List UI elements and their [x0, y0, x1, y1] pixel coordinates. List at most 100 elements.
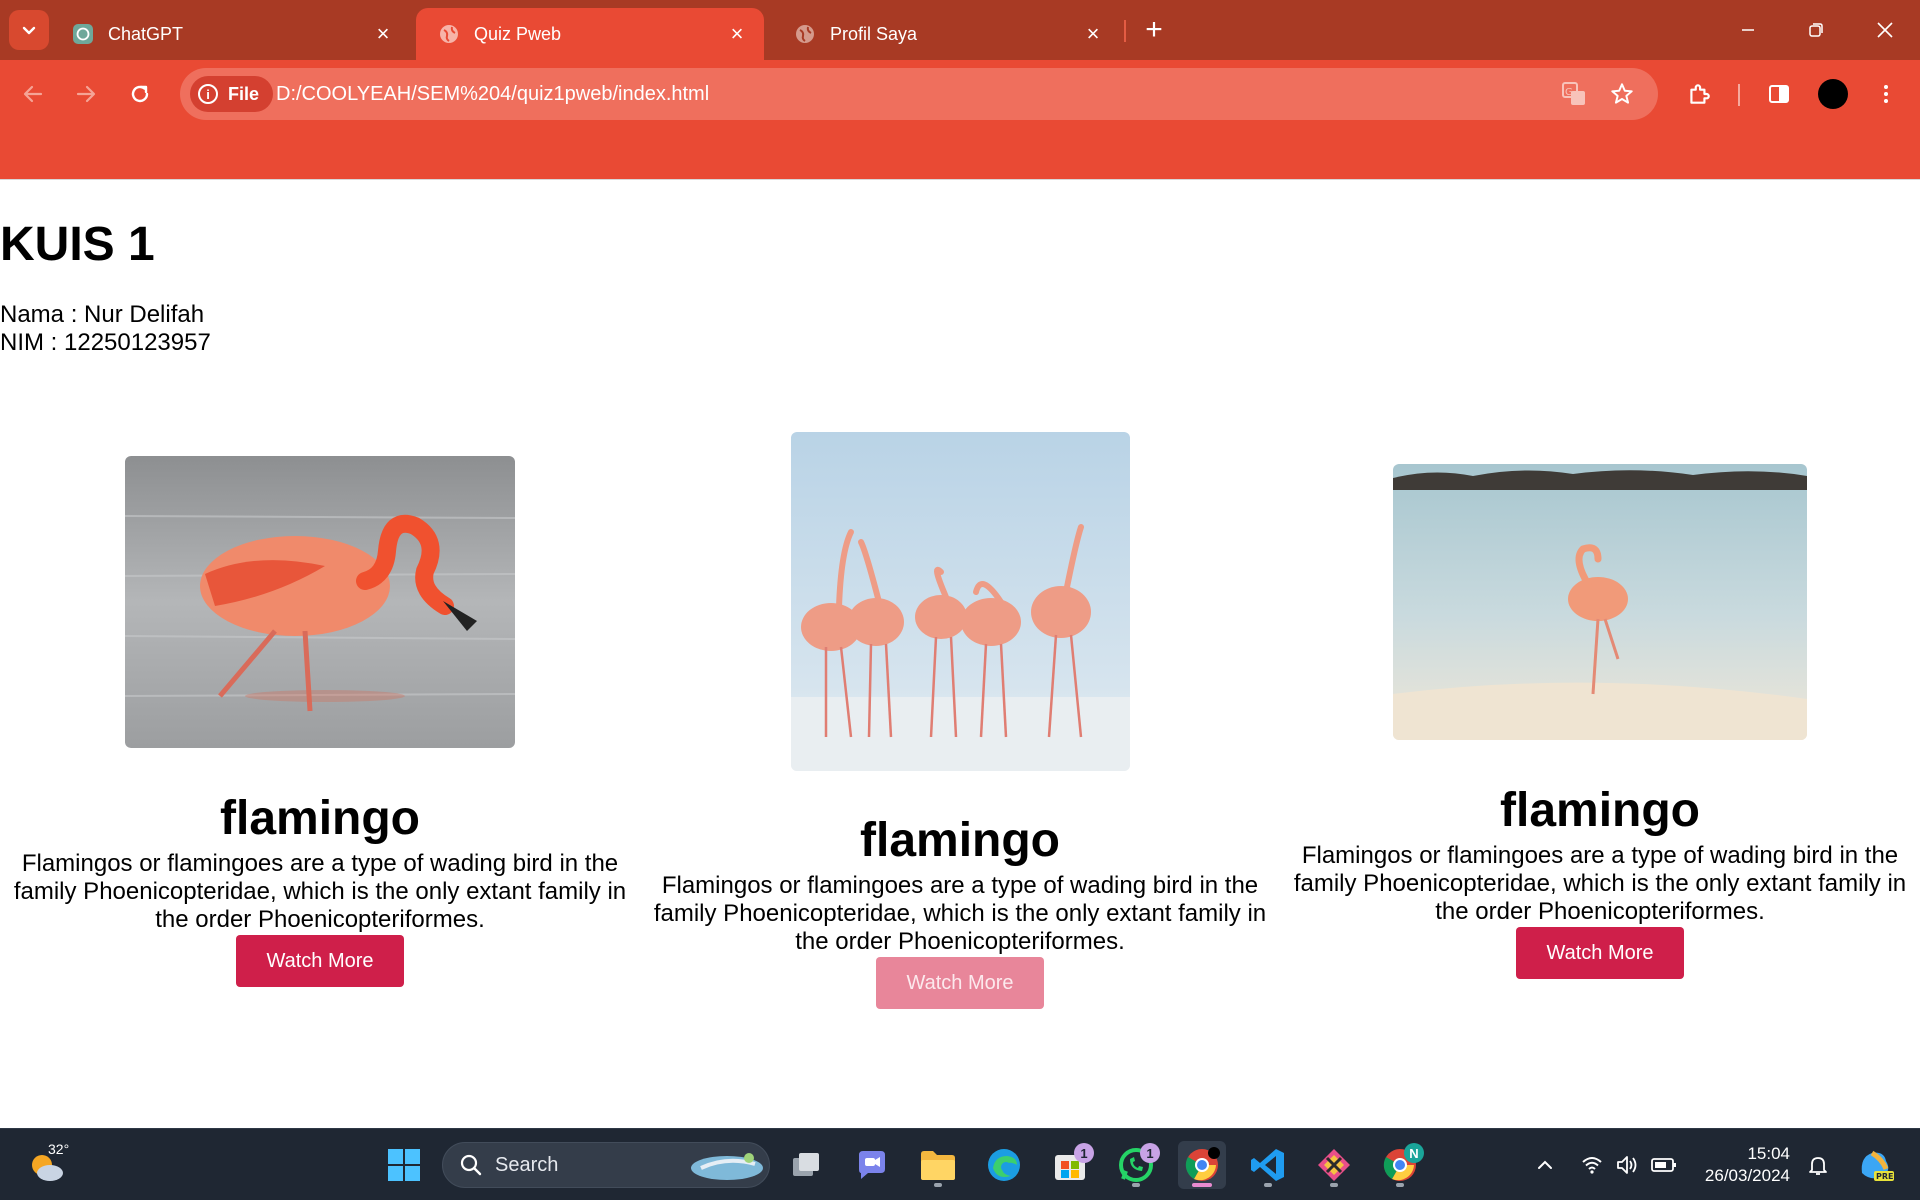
card-title: flamingo — [1500, 784, 1700, 837]
copilot-icon: PRE — [1861, 1150, 1894, 1181]
start-button[interactable] — [380, 1141, 428, 1189]
microsoft-store-app[interactable]: 1 — [1046, 1141, 1094, 1189]
restore-button[interactable] — [1793, 10, 1839, 50]
minimize-button[interactable] — [1725, 10, 1771, 50]
site-info-label: File — [228, 83, 260, 104]
card-description: Flamingos or flamingoes are a type of wa… — [653, 872, 1267, 955]
svg-text:PRE: PRE — [1876, 1172, 1894, 1181]
vscode-icon — [1251, 1149, 1284, 1181]
minimize-icon — [1742, 29, 1754, 31]
wifi-icon — [1582, 1157, 1602, 1174]
wifi-status[interactable] — [1574, 1147, 1610, 1183]
page-title: KUIS 1 — [0, 218, 155, 271]
search-highlight-icon — [691, 1153, 763, 1180]
new-tab-button[interactable]: + — [1138, 13, 1170, 46]
bookmark-star-icon[interactable] — [1606, 78, 1638, 110]
menu-button[interactable] — [1866, 74, 1906, 114]
watch-more-button[interactable]: Watch More — [876, 957, 1044, 1009]
translate-icon[interactable]: G — [1558, 78, 1590, 110]
chrome-profile-app[interactable]: N — [1376, 1141, 1424, 1189]
windows-logo-icon — [388, 1149, 420, 1181]
toolbar-divider — [1738, 84, 1740, 106]
chrome-app[interactable] — [1178, 1141, 1226, 1189]
teams-chat-app[interactable] — [848, 1141, 896, 1189]
vscode-app[interactable] — [1244, 1141, 1292, 1189]
avatar — [1818, 79, 1848, 109]
tab-profil-saya[interactable]: Profil Saya × — [772, 8, 1120, 60]
close-icon[interactable]: × — [372, 23, 394, 45]
flamingo-flock-image — [791, 432, 1130, 771]
snipping-tool-icon — [1318, 1149, 1350, 1181]
profile-button[interactable] — [1813, 74, 1853, 114]
arrow-left-icon — [23, 85, 43, 103]
notification-badge: 1 — [1140, 1143, 1160, 1163]
running-indicator — [934, 1183, 942, 1187]
flamingo-wading-image — [125, 456, 515, 748]
back-button[interactable] — [13, 74, 53, 114]
reload-button[interactable] — [120, 74, 160, 114]
running-indicator — [1132, 1183, 1140, 1187]
flamingo-beach-image — [1393, 464, 1807, 740]
close-icon[interactable]: × — [1082, 23, 1104, 45]
task-view-button[interactable] — [782, 1141, 830, 1189]
url-text[interactable]: D:/COOLYEAH/SEM%204/quiz1pweb/index.html — [276, 68, 709, 120]
task-view-icon — [793, 1153, 819, 1176]
chevron-up-icon — [1538, 1160, 1552, 1169]
running-indicator — [1396, 1183, 1404, 1187]
reload-icon — [131, 85, 149, 103]
running-indicator — [1264, 1183, 1272, 1187]
watch-more-button[interactable]: Watch More — [236, 935, 404, 987]
site-info-chip[interactable]: i File — [190, 76, 274, 112]
forward-button[interactable] — [66, 74, 106, 114]
watch-more-button[interactable]: Watch More — [1516, 927, 1684, 979]
volume-status[interactable] — [1610, 1147, 1646, 1183]
card-description: Flamingos or flamingoes are a type of wa… — [1293, 842, 1907, 925]
snipping-app[interactable] — [1310, 1141, 1358, 1189]
system-clock[interactable]: 15:04 26/03/2024 — [1700, 1143, 1790, 1187]
copilot-button[interactable]: PRE — [1852, 1147, 1900, 1183]
search-icon — [460, 1154, 482, 1176]
card-title: flamingo — [220, 792, 420, 845]
info-icon: i — [198, 84, 218, 104]
clock-date: 26/03/2024 — [1704, 1166, 1790, 1185]
active-indicator — [1192, 1183, 1212, 1187]
tab-title: ChatGPT — [108, 23, 184, 44]
more-vertical-icon — [1884, 85, 1888, 103]
close-window-button[interactable] — [1862, 10, 1908, 50]
puzzle-icon — [1690, 84, 1710, 104]
tab-chatgpt[interactable]: ChatGPT × — [50, 8, 410, 60]
svg-text:G: G — [1565, 87, 1573, 98]
profile-badge: N — [1404, 1143, 1424, 1163]
show-hidden-icons-button[interactable] — [1527, 1147, 1563, 1183]
folder-icon — [921, 1151, 955, 1180]
card-title: flamingo — [860, 814, 1060, 867]
restore-icon — [1809, 23, 1823, 37]
search-placeholder: Search — [495, 1153, 559, 1176]
notifications-button[interactable] — [1800, 1147, 1836, 1183]
tab-title: Quiz Pweb — [474, 23, 562, 44]
address-bar[interactable]: i File D:/COOLYEAH/SEM%204/quiz1pweb/ind… — [180, 68, 1658, 120]
whatsapp-app[interactable]: 1 — [1112, 1141, 1160, 1189]
chrome-icon — [1185, 1147, 1220, 1181]
edge-app[interactable] — [980, 1141, 1028, 1189]
page-content: KUIS 1 Nama : Nur Delifah NIM : 12250123… — [0, 181, 1920, 1129]
bell-icon — [1809, 1157, 1827, 1175]
side-panel-button[interactable] — [1759, 74, 1799, 114]
tab-quiz-pweb[interactable]: Quiz Pweb × — [416, 8, 764, 60]
running-indicator — [1330, 1183, 1338, 1187]
taskbar-search[interactable]: Search — [442, 1142, 770, 1188]
file-explorer-app[interactable] — [914, 1141, 962, 1189]
extensions-button[interactable] — [1679, 74, 1719, 114]
close-icon — [1877, 22, 1893, 38]
edge-icon — [988, 1149, 1020, 1181]
tab-search-button[interactable] — [9, 10, 49, 50]
chat-icon — [859, 1151, 885, 1179]
globe-icon — [438, 23, 460, 45]
close-icon[interactable]: × — [726, 23, 748, 45]
speaker-icon — [1617, 1156, 1637, 1174]
student-name: Nama : Nur Delifah — [0, 301, 205, 328]
clock-time: 15:04 — [1747, 1144, 1790, 1163]
browser-tab-bar: ChatGPT × Quiz Pweb × Profil Saya × + — [0, 0, 1920, 60]
battery-status[interactable] — [1646, 1147, 1682, 1183]
windows-taskbar: 32° Search 1 1 N 15:04 26/03/2024 PRE — [0, 1128, 1920, 1200]
